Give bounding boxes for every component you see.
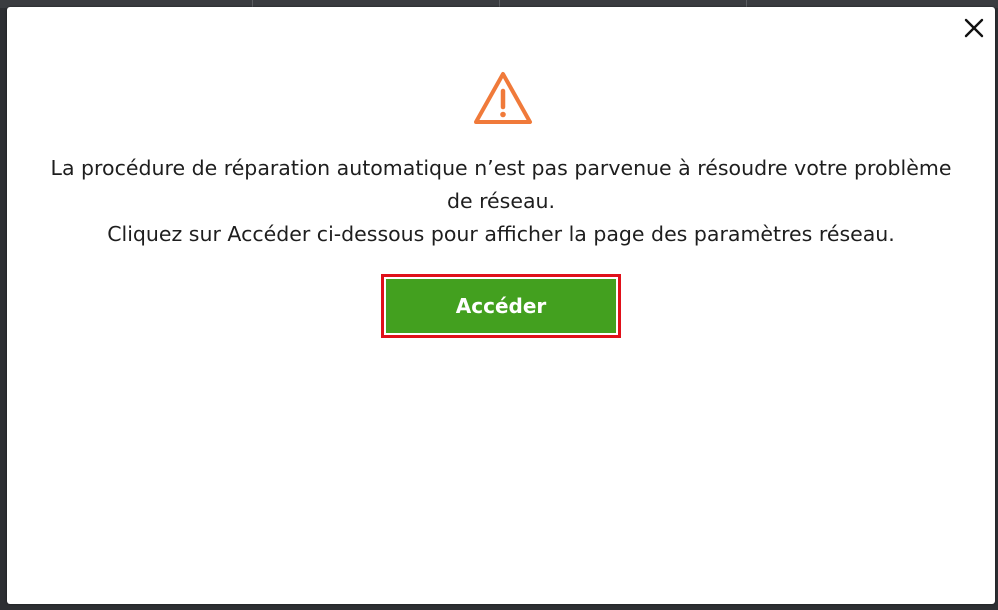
error-message: La procédure de réparation automatique n… xyxy=(27,152,975,251)
highlight-frame: Accéder xyxy=(381,274,621,338)
close-button[interactable] xyxy=(961,15,987,41)
message-line: de réseau. xyxy=(446,189,556,213)
access-button[interactable]: Accéder xyxy=(386,279,616,333)
message-line: Cliquez sur Accéder ci-dessous pour affi… xyxy=(107,222,895,246)
network-repair-dialog: La procédure de réparation automatique n… xyxy=(7,7,995,604)
close-icon xyxy=(964,18,984,38)
warning-triangle-icon xyxy=(474,72,532,124)
message-line: La procédure de réparation automatique n… xyxy=(50,156,952,180)
